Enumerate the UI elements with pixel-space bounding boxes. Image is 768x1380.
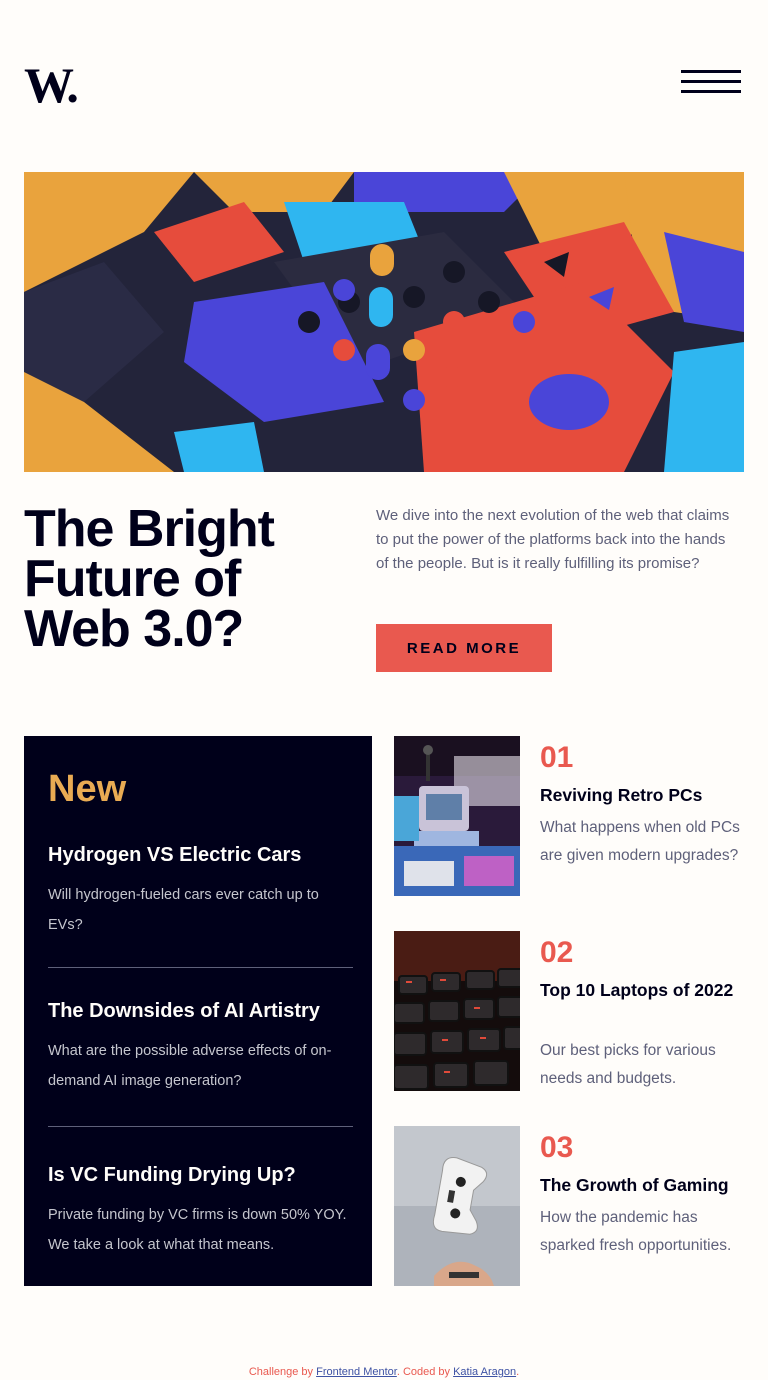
rank-title[interactable]: The Growth of Gaming: [540, 1170, 745, 1200]
attribution-suffix: .: [516, 1366, 520, 1378]
divider: [48, 967, 353, 968]
hero-title: The Bright Future of Web 3.0?: [24, 500, 275, 658]
menu-line: [681, 70, 741, 73]
new-article-title[interactable]: Hydrogen VS Electric Cars: [48, 842, 353, 868]
new-article-item: Hydrogen VS Electric Cars Will hydrogen-…: [48, 842, 353, 940]
rank-number: 01: [540, 741, 574, 774]
attribution-prefix: Challenge by: [248, 1366, 317, 1378]
author-link[interactable]: Katia Aragon: [453, 1366, 516, 1378]
rank-number: 03: [540, 1131, 574, 1164]
new-article-item: Is VC Funding Drying Up? Private funding…: [48, 1162, 353, 1260]
logo[interactable]: W.: [24, 60, 79, 110]
hamburger-menu-icon[interactable]: [681, 70, 741, 94]
new-article-description: What are the possible adverse effects of…: [48, 1043, 332, 1089]
divider: [48, 1126, 353, 1127]
laptop-keyboard-thumbnail: [394, 931, 520, 1091]
read-more-button[interactable]: READ MORE: [376, 624, 552, 672]
new-article-title[interactable]: Is VC Funding Drying Up?: [48, 1162, 353, 1188]
attribution-middle: . Coded by: [396, 1366, 454, 1378]
rank-description: What happens when old PCs are given mode…: [540, 819, 740, 864]
rank-number: 02: [540, 936, 574, 969]
menu-line: [681, 80, 741, 83]
new-articles-panel: New Hydrogen VS Electric Cars Will hydro…: [24, 736, 372, 1286]
attribution: Challenge by Frontend Mentor. Coded by K…: [0, 1366, 768, 1378]
new-article-description: Will hydrogen-fueled cars ever catch up …: [48, 887, 319, 933]
rank-title[interactable]: Reviving Retro PCs: [540, 780, 745, 810]
new-article-description: Private funding by VC firms is down 50% …: [48, 1207, 347, 1253]
new-article-item: The Downsides of AI Artistry What are th…: [48, 998, 353, 1096]
game-controller-thumbnail: [394, 1126, 520, 1286]
menu-line: [681, 90, 741, 93]
ranked-article: 03 The Growth of Gaming How the pandemic…: [394, 1126, 744, 1286]
new-article-title[interactable]: The Downsides of AI Artistry: [48, 998, 353, 1024]
ranked-article: 01 Reviving Retro PCs What happens when …: [394, 736, 744, 896]
rank-description: How the pandemic has sparked fresh oppor…: [540, 1209, 732, 1254]
rank-description: Our best picks for various needs and bud…: [540, 1042, 716, 1087]
rank-title[interactable]: Top 10 Laptops of 2022: [540, 975, 745, 1005]
new-heading: New: [48, 768, 127, 810]
ranked-article: 02 Top 10 Laptops of 2022 Our best picks…: [394, 931, 744, 1091]
hero-description: We dive into the next evolution of the w…: [376, 507, 730, 572]
hero-image: [24, 172, 744, 472]
frontend-mentor-link[interactable]: Frontend Mentor: [316, 1366, 397, 1378]
retro-pc-thumbnail: [394, 736, 520, 896]
